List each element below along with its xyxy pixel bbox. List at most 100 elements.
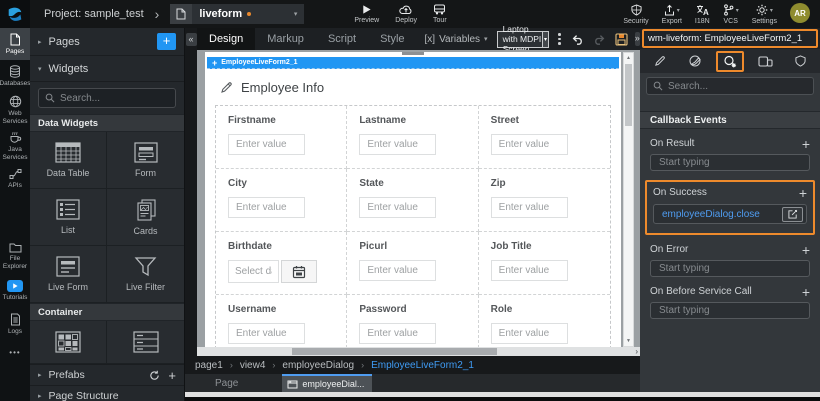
on-success-action-link[interactable]: employeeDialog.close bbox=[662, 209, 782, 220]
field-street[interactable]: Street bbox=[479, 106, 610, 169]
breadcrumb-item-employeedialog[interactable]: employeeDialog bbox=[282, 360, 354, 371]
field-input[interactable] bbox=[228, 134, 305, 155]
collapse-left-panel-button[interactable]: « bbox=[186, 33, 197, 46]
tab-styles[interactable] bbox=[681, 51, 709, 72]
field-firstname[interactable]: Firstname bbox=[216, 106, 347, 169]
rail-item-tutorials[interactable]: Tutorials bbox=[0, 274, 30, 308]
rail-item-pages[interactable]: Pages bbox=[0, 28, 30, 60]
field-input[interactable] bbox=[359, 134, 436, 155]
move-handle-icon[interactable]: + bbox=[212, 58, 217, 68]
prefabs-section-header[interactable]: ▸ Prefabs + bbox=[30, 364, 184, 385]
user-avatar[interactable]: AR bbox=[790, 3, 810, 23]
security-button[interactable]: Security bbox=[623, 4, 648, 25]
field-role[interactable]: Role bbox=[479, 295, 610, 347]
calendar-button[interactable] bbox=[281, 260, 317, 283]
tab-markup[interactable]: Markup bbox=[255, 28, 316, 50]
field-birthdate[interactable]: Birthdate bbox=[216, 232, 347, 295]
rail-more-icon[interactable]: ••• bbox=[9, 348, 20, 357]
on-result-input[interactable] bbox=[650, 154, 810, 171]
deploy-button[interactable]: Deploy bbox=[395, 4, 417, 24]
rail-item-apis[interactable]: APIs bbox=[0, 164, 30, 194]
rail-item-web-services[interactable]: Web Services bbox=[0, 92, 30, 128]
widget-search-input[interactable]: Search... bbox=[38, 88, 176, 108]
undo-icon[interactable] bbox=[571, 34, 584, 45]
page-tab-label[interactable]: Page bbox=[215, 378, 238, 389]
widget-panel[interactable] bbox=[107, 321, 184, 364]
widget-data-table[interactable]: Data Table bbox=[30, 132, 107, 189]
widget-form[interactable]: Form bbox=[107, 132, 184, 189]
field-city[interactable]: City bbox=[216, 169, 347, 232]
rail-item-logs[interactable]: Logs bbox=[0, 308, 30, 340]
add-event-icon[interactable]: + bbox=[802, 287, 810, 297]
rail-item-databases[interactable]: Databases bbox=[0, 60, 30, 92]
add-event-icon[interactable]: + bbox=[802, 139, 810, 149]
field-input[interactable] bbox=[359, 323, 436, 344]
rail-item-java-services[interactable]: Java Services bbox=[0, 128, 30, 164]
field-zip[interactable]: Zip bbox=[479, 169, 610, 232]
breadcrumb-item-employeeliveform[interactable]: EmployeeLiveForm2_1 bbox=[371, 360, 474, 371]
scroll-up-icon[interactable]: ▲ bbox=[626, 53, 631, 63]
field-input[interactable] bbox=[491, 260, 568, 281]
canvas-options-kebab-icon[interactable] bbox=[558, 33, 561, 45]
field-input[interactable] bbox=[491, 323, 568, 344]
variables-button[interactable]: [x] Variables ▾ bbox=[425, 28, 488, 50]
field-picurl[interactable]: Picurl bbox=[347, 232, 478, 295]
device-selector[interactable]: Laptop with MDPI Screen ▾ bbox=[497, 31, 549, 48]
field-input[interactable] bbox=[491, 134, 568, 155]
on-before-service-call-input[interactable] bbox=[650, 302, 810, 319]
selected-widget-bar[interactable]: + EmployeeLiveForm2_1 bbox=[207, 57, 619, 69]
properties-search-input[interactable]: Search... bbox=[646, 77, 814, 95]
field-input[interactable] bbox=[228, 197, 305, 218]
widget-list[interactable]: List bbox=[30, 189, 107, 246]
tab-device[interactable] bbox=[751, 51, 779, 72]
field-state[interactable]: State bbox=[347, 169, 478, 232]
field-password[interactable]: Password bbox=[347, 295, 478, 347]
canvas-horizontal-scrollbar[interactable] bbox=[197, 347, 640, 356]
scroll-down-icon[interactable]: ▼ bbox=[626, 336, 631, 346]
preview-button[interactable]: Preview bbox=[354, 4, 379, 24]
breadcrumb-item-page1[interactable]: page1 bbox=[195, 360, 223, 371]
tab-design[interactable]: Design bbox=[197, 28, 255, 50]
tab-events[interactable] bbox=[716, 51, 744, 72]
tab-properties[interactable] bbox=[646, 51, 674, 72]
field-username[interactable]: Username bbox=[216, 295, 347, 347]
page-resize-handle[interactable] bbox=[402, 52, 424, 55]
horizontal-scroll-thumb[interactable] bbox=[292, 348, 497, 355]
rail-item-file-explorer[interactable]: File Explorer bbox=[0, 238, 30, 274]
add-prefab-icon[interactable]: + bbox=[168, 368, 176, 383]
vertical-scroll-thumb[interactable] bbox=[625, 64, 632, 126]
field-input[interactable] bbox=[228, 323, 305, 344]
field-input[interactable] bbox=[359, 197, 436, 218]
i18n-button[interactable]: A I18N bbox=[695, 4, 710, 25]
scroll-right-icon[interactable]: › bbox=[635, 347, 638, 356]
form-title-row[interactable]: Employee Info bbox=[205, 69, 621, 103]
employee-dialog-tab[interactable]: employeeDial... bbox=[282, 374, 372, 392]
on-success-value[interactable]: employeeDialog.close bbox=[653, 204, 807, 224]
widget-layout-grid[interactable] bbox=[30, 321, 107, 364]
pages-section-header[interactable]: ▸ Pages + bbox=[30, 28, 184, 56]
widget-cards[interactable]: Cards bbox=[107, 189, 184, 246]
field-job-title[interactable]: Job Title bbox=[479, 232, 610, 295]
field-input[interactable] bbox=[491, 197, 568, 218]
field-input[interactable] bbox=[359, 260, 436, 281]
on-error-input[interactable] bbox=[650, 260, 810, 277]
refresh-icon[interactable] bbox=[149, 370, 160, 381]
tab-script[interactable]: Script bbox=[316, 28, 368, 50]
date-input[interactable] bbox=[228, 260, 279, 283]
tab-style[interactable]: Style bbox=[368, 28, 416, 50]
canvas-vertical-scrollbar[interactable]: ▲ ▼ bbox=[623, 52, 634, 347]
canvas-page[interactable]: + EmployeeLiveForm2_1 Employee Info Firs… bbox=[205, 52, 621, 347]
wavemaker-logo-icon[interactable] bbox=[0, 0, 30, 28]
tab-security-shield[interactable] bbox=[786, 51, 814, 72]
redo-icon[interactable] bbox=[593, 34, 606, 45]
page-file-icon[interactable] bbox=[170, 4, 192, 24]
add-event-icon[interactable]: + bbox=[802, 245, 810, 255]
page-dropdown[interactable]: liveform ▾ bbox=[192, 4, 304, 24]
add-page-button[interactable]: + bbox=[157, 33, 176, 50]
widget-live-filter[interactable]: Live Filter bbox=[107, 246, 184, 303]
page-selector[interactable]: liveform ▾ bbox=[170, 4, 304, 24]
tour-button[interactable]: Tour bbox=[433, 4, 447, 24]
vcs-button[interactable]: ▾ VCS bbox=[723, 4, 739, 25]
field-lastname[interactable]: Lastname bbox=[347, 106, 478, 169]
add-event-icon[interactable]: + bbox=[799, 188, 807, 198]
